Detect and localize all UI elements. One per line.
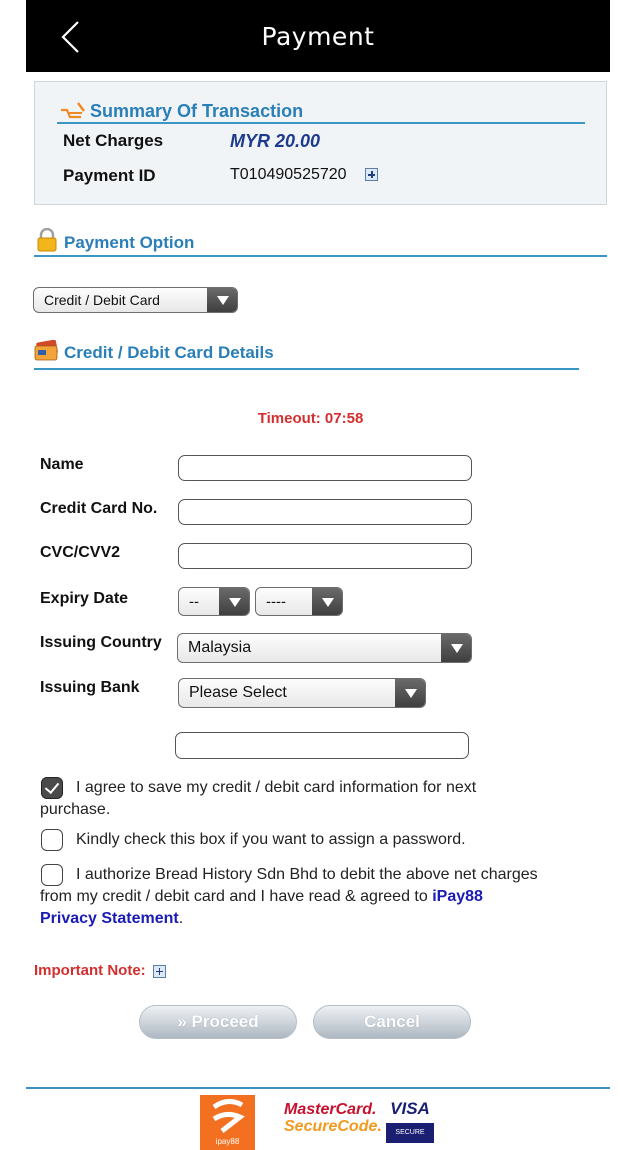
expiry-year-select[interactable]: ---- <box>255 587 343 616</box>
payment-option-header: Payment Option <box>34 227 607 257</box>
dropdown-arrow-icon <box>441 634 471 662</box>
important-note: Important Note: <box>34 962 166 979</box>
mastercard-text: MasterCard. <box>284 1101 377 1118</box>
visa-secure-logo: VISA SECURE <box>386 1099 434 1143</box>
name-input[interactable] <box>178 455 472 481</box>
ipay88-label: ipay88 <box>215 1137 240 1146</box>
page-title: Payment <box>261 22 375 51</box>
dropdown-arrow-icon <box>395 679 425 707</box>
issuing-bank-select[interactable]: Please Select <box>178 678 426 708</box>
issuing-country-value: Malaysia <box>188 639 252 656</box>
payment-id-label: Payment ID <box>63 166 156 185</box>
net-charges-label: Net Charges <box>63 131 164 150</box>
issuing-country-label: Issuing Country <box>40 634 162 651</box>
payment-option-value: Credit / Debit Card <box>44 292 160 308</box>
payment-option-heading: Payment Option <box>64 233 195 252</box>
divider <box>34 368 579 370</box>
payment-id-value: T010490525720 <box>230 166 347 183</box>
expand-plus-icon[interactable] <box>365 168 379 182</box>
save-card-text: I agree to save my credit / debit card i… <box>40 779 477 818</box>
expiry-label: Expiry Date <box>40 590 129 607</box>
important-note-label: Important Note: <box>34 962 146 979</box>
expand-plus-icon[interactable] <box>152 964 166 978</box>
dropdown-arrow-icon <box>219 588 249 615</box>
ipay88-mark-icon <box>212 1099 245 1133</box>
dropdown-arrow-icon <box>312 588 342 615</box>
issuing-bank-value: Please Select <box>189 684 287 701</box>
expiry-month-select[interactable]: -- <box>178 587 250 616</box>
credit-card-icon <box>34 339 60 367</box>
transaction-summary: Summary Of Transaction Net Charges MYR 2… <box>34 81 607 205</box>
bank-other-input[interactable] <box>175 732 469 759</box>
cvc-label: CVC/CVV2 <box>40 544 121 561</box>
summary-header: Summary Of Transaction <box>57 98 585 124</box>
footer-divider <box>26 1087 610 1089</box>
authorize-text-block: I authorize Bread History Sdn Bhd to deb… <box>40 864 540 930</box>
issuing-bank-label: Issuing Bank <box>40 679 140 696</box>
timeout-text: Timeout: 07:58 <box>257 410 364 427</box>
padlock-icon <box>36 227 58 257</box>
divider <box>34 255 607 257</box>
card-number-label: Credit Card No. <box>40 500 158 517</box>
net-charges-value: MYR 20.00 <box>230 131 321 151</box>
issuing-country-select[interactable]: Malaysia <box>177 633 472 663</box>
dropdown-arrow-icon <box>207 288 237 312</box>
top-bar: Payment <box>26 0 610 72</box>
securecode-text: SecureCode. <box>284 1118 382 1135</box>
payment-option-select[interactable]: Credit / Debit Card <box>33 287 238 313</box>
cancel-button[interactable]: Cancel <box>313 1005 471 1039</box>
visa-text: VISA <box>390 1099 430 1118</box>
cvc-input[interactable] <box>178 543 472 569</box>
authorize-suffix: . <box>178 910 184 927</box>
expiry-year-value: ---- <box>266 593 286 610</box>
name-label: Name <box>40 456 84 473</box>
card-details-header: Credit / Debit Card Details <box>34 338 579 366</box>
summary-heading: Summary Of Transaction <box>90 101 304 121</box>
proceed-button[interactable]: » Proceed <box>139 1005 297 1039</box>
visa-secure-text: SECURE <box>386 1123 434 1143</box>
payment-id-row: T010490525720 <box>230 166 379 184</box>
mastercard-securecode-logo: MasterCard. SecureCode. <box>284 1101 382 1135</box>
shopping-cart-icon <box>59 100 87 127</box>
expiry-month-value: -- <box>189 593 199 610</box>
card-number-input[interactable] <box>178 499 472 525</box>
ipay88-logo: ipay88 <box>200 1095 255 1150</box>
card-details-heading: Credit / Debit Card Details <box>64 343 274 362</box>
assign-password-text: Kindly check this box if you want to ass… <box>76 831 466 848</box>
